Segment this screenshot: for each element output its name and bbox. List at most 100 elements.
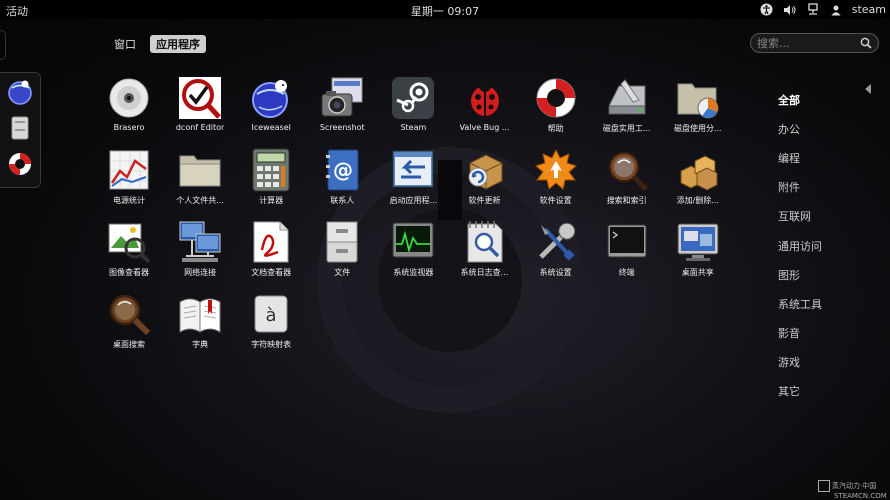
category-item[interactable]: 附件 [778,173,878,202]
category-item[interactable]: 影音 [778,319,878,348]
category-list: 全部 办公 编程 附件 互联网 通用访问 图形 系统工具 影音 游戏 其它 [778,85,878,406]
app-launcher[interactable]: Screenshot [309,76,375,146]
category-item[interactable]: 其它 [778,377,878,406]
search-input[interactable] [757,36,860,50]
files-icon [320,220,364,264]
calculator-icon [249,148,293,192]
app-launcher[interactable]: Iceweasel [238,76,304,146]
image-viewer-icon [107,220,151,264]
app-launcher[interactable]: @ 联系人 [309,148,375,218]
activities-button[interactable]: 活动 [6,3,28,19]
system-monitor-icon [391,220,435,264]
view-switcher: 窗口 应用程序 [108,35,206,53]
app-launcher[interactable]: à 字符映射表 [238,292,304,362]
system-settings-icon [534,220,578,264]
svg-text:@: @ [333,158,353,182]
workspace-indicator[interactable] [0,30,6,60]
folder-share-icon [178,148,222,192]
network-status-icon[interactable] [806,3,820,17]
app-launcher[interactable]: 系统日志查... [452,220,518,290]
user-icon[interactable] [829,3,843,17]
lifebuoy-icon [534,76,578,120]
app-label: 字典 [192,340,209,349]
packages-icon [676,148,720,192]
category-item[interactable]: 通用访问 [778,231,878,260]
app-launcher[interactable]: 系统设置 [523,220,589,290]
search-box [750,33,879,53]
accessibility-icon[interactable] [760,3,774,17]
app-launcher[interactable]: 磁盘使用分... [665,76,731,146]
app-launcher[interactable]: 磁盘实用工... [594,76,660,146]
network-icon [178,220,222,264]
system-tray: steam [760,1,886,18]
software-update-icon [463,148,507,192]
category-item[interactable]: 全部 [778,85,878,114]
app-label: 搜索和索引 [606,196,647,205]
disc-icon [107,76,151,120]
desktop-sharing-icon [676,220,720,264]
tab-applications[interactable]: 应用程序 [150,35,206,53]
dash-item-files[interactable] [5,113,35,143]
category-item[interactable]: 互联网 [778,202,878,231]
app-launcher[interactable]: Valve Bug ... [452,76,518,146]
app-launcher[interactable]: 电源统计 [96,148,162,218]
app-label: 图像查看器 [109,268,149,277]
clock[interactable]: 星期一 09:07 [411,5,479,18]
category-item[interactable]: 编程 [778,143,878,172]
app-launcher[interactable]: Steam [380,76,446,146]
steam-icon [391,76,435,120]
app-launcher[interactable]: Brasero [96,76,162,146]
app-launcher[interactable]: 添加/删除... [665,148,731,218]
app-launcher[interactable]: 字典 [167,292,233,362]
category-item[interactable]: 游戏 [778,348,878,377]
volume-icon[interactable] [783,3,797,17]
app-label: 个人文件共... [176,196,224,205]
app-launcher[interactable]: 启动应用程... [380,148,446,218]
app-label: Steam [400,123,427,132]
app-launcher[interactable]: 图像查看器 [96,220,162,290]
terminal-icon [605,220,649,264]
app-launcher[interactable]: 终端 [594,220,660,290]
disk-usage-icon [676,76,720,120]
app-label: dconf Editor [175,123,225,132]
app-label: 联系人 [330,196,355,205]
app-launcher[interactable]: 帮助 [523,76,589,146]
log-viewer-icon [463,220,507,264]
category-item[interactable]: 办公 [778,114,878,143]
app-label: 系统日志查... [460,268,509,277]
app-launcher[interactable]: dconf Editor [167,76,233,146]
app-launcher[interactable]: 软件设置 [523,148,589,218]
app-launcher[interactable]: 软件更新 [452,148,518,218]
app-launcher[interactable]: 网络连接 [167,220,233,290]
user-menu[interactable]: steam [852,3,886,16]
iceweasel-icon [249,76,293,120]
dash-item-help[interactable] [5,149,35,179]
category-item[interactable]: 系统工具 [778,289,878,318]
app-launcher[interactable]: 桌面共享 [665,220,731,290]
app-launcher[interactable]: 个人文件共... [167,148,233,218]
app-launcher[interactable]: 桌面搜索 [96,292,162,362]
app-label: 电源统计 [113,196,145,205]
clock-container: 星期一 09:07 [0,3,890,19]
app-launcher[interactable]: 搜索和索引 [594,148,660,218]
top-bar: 活动 星期一 09:07 steam [0,0,890,19]
app-launcher[interactable]: 系统监视器 [380,220,446,290]
app-label: Iceweasel [251,123,291,132]
category-item[interactable]: 图形 [778,260,878,289]
app-launcher[interactable]: 文档查看器 [238,220,304,290]
dash-item-iceweasel[interactable] [5,77,35,107]
search-index-icon [605,148,649,192]
contacts-icon: @ [320,148,364,192]
app-launcher[interactable]: 文件 [309,220,375,290]
tab-windows[interactable]: 窗口 [108,35,142,53]
search-icon[interactable] [860,37,872,49]
footer-line1: 蒸汽动力·中国 [832,482,877,490]
app-label: 磁盘实用工... [602,124,651,133]
ladybug-icon [463,76,507,120]
app-launcher[interactable]: 计算器 [238,148,304,218]
dash [0,72,41,188]
startup-apps-icon [391,148,435,192]
app-label: 系统监视器 [393,268,434,277]
dconf-icon [178,76,222,120]
app-label: Valve Bug ... [459,123,510,132]
